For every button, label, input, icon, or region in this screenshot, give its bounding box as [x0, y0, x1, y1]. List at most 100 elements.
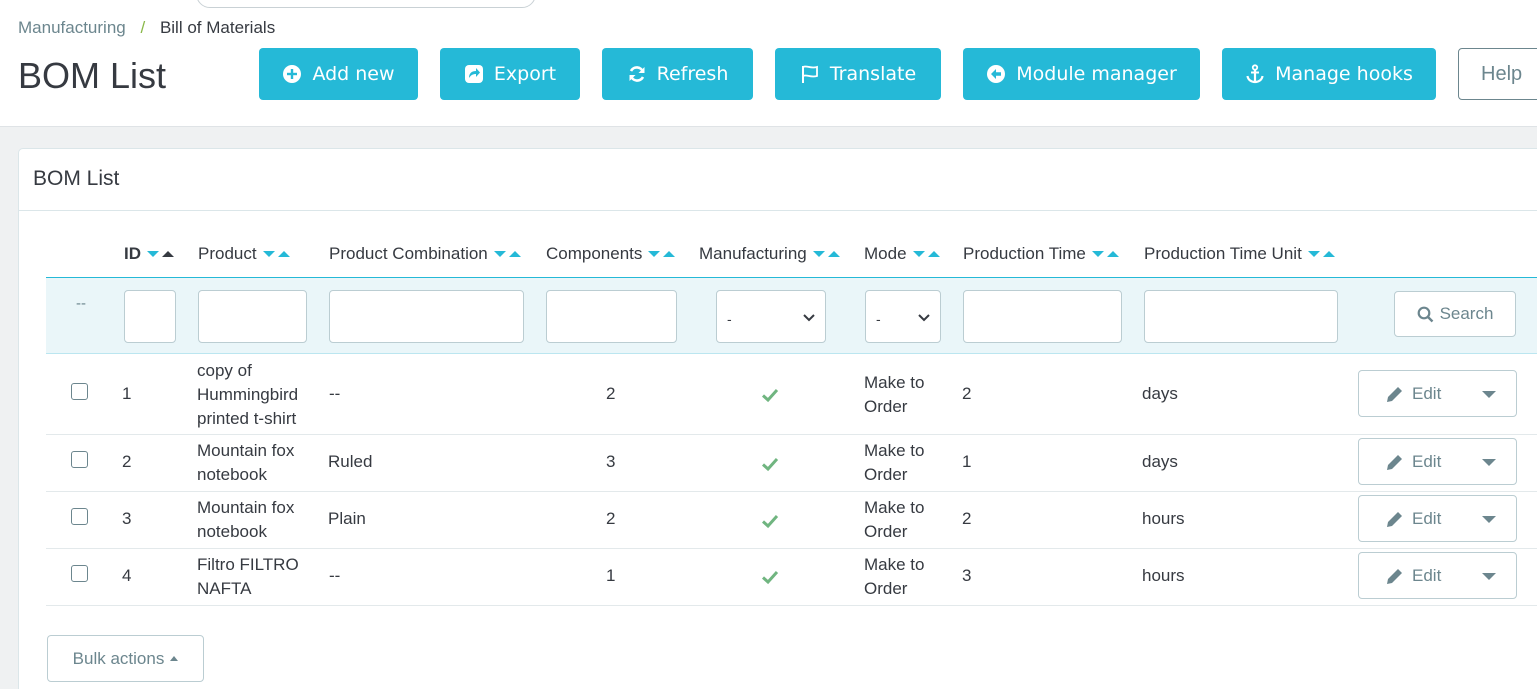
filter-mode-select-value: - [876, 311, 881, 327]
search-button-label: Search [1439, 304, 1494, 323]
cell-production-time-unit: hours [1142, 566, 1185, 585]
sort-arrows[interactable] [1091, 251, 1119, 257]
pencil-icon [1387, 569, 1402, 584]
cell-product: Mountain fox notebook [197, 498, 295, 541]
cell-product: Mountain fox notebook [197, 441, 295, 484]
column-header-production-time-label: Production Time [963, 244, 1086, 263]
cell-components: 2 [606, 509, 616, 528]
check-icon [761, 570, 779, 585]
translate-button[interactable]: Translate [775, 48, 941, 100]
filter-manufacturing-select[interactable]: - [716, 290, 826, 343]
edit-button[interactable]: Edit [1358, 370, 1517, 417]
cell-product: copy of Hummingbird printed t-shirt [197, 361, 299, 428]
chevron-down-icon [803, 314, 815, 322]
refresh-label: Refresh [656, 63, 729, 85]
filter-product-combination-input[interactable] [329, 290, 524, 343]
check-icon [761, 514, 779, 529]
sort-arrows[interactable] [262, 251, 290, 257]
row-checkbox[interactable] [71, 565, 88, 582]
add-new-label: Add new [312, 63, 395, 85]
header-search-input[interactable] [196, 0, 536, 8]
sort-asc-icon[interactable] [827, 251, 840, 257]
row-checkbox[interactable] [71, 508, 88, 525]
sort-desc-icon[interactable] [912, 251, 925, 257]
cell-product-combination: Plain [328, 509, 366, 528]
column-header-production-time[interactable]: Production Time [963, 244, 1119, 264]
search-button[interactable]: Search [1394, 291, 1516, 337]
sort-desc-icon[interactable] [262, 251, 275, 257]
sort-asc-icon[interactable] [277, 251, 290, 257]
row-checkbox[interactable] [71, 383, 88, 400]
sort-arrows[interactable] [648, 251, 676, 257]
column-header-production-time-unit[interactable]: Production Time Unit [1144, 244, 1335, 264]
caret-down-icon[interactable] [1482, 391, 1496, 398]
bulk-actions-button[interactable]: Bulk actions [47, 635, 204, 682]
flag-icon [801, 65, 818, 83]
filter-mode-select[interactable]: - [865, 290, 941, 343]
caret-down-icon[interactable] [1482, 573, 1496, 580]
bulk-actions-label: Bulk actions [72, 648, 165, 668]
filter-id-input[interactable] [124, 290, 176, 343]
column-header-product-combination[interactable]: Product Combination [329, 244, 521, 264]
column-header-manufacturing[interactable]: Manufacturing [699, 244, 840, 264]
edit-button[interactable]: Edit [1358, 552, 1517, 599]
sort-asc-icon[interactable] [1106, 251, 1119, 257]
cell-product-combination: -- [329, 566, 341, 585]
column-header-components[interactable]: Components [546, 244, 676, 264]
row-checkbox[interactable] [71, 451, 88, 468]
refresh-icon [629, 66, 645, 82]
sort-asc-icon[interactable] [1322, 251, 1335, 257]
column-header-manufacturing-label: Manufacturing [699, 244, 807, 263]
export-label: Export [493, 63, 557, 85]
page-title: BOM List [18, 55, 167, 96]
filter-components-input[interactable] [546, 290, 677, 343]
sort-asc-icon[interactable] [927, 251, 940, 257]
sort-arrows[interactable] [493, 251, 521, 257]
sort-desc-icon[interactable] [1307, 251, 1320, 257]
column-header-product[interactable]: Product [198, 244, 290, 264]
module-manager-button[interactable]: Module manager [963, 48, 1200, 100]
column-header-id-label: ID [124, 244, 141, 263]
caret-down-icon[interactable] [1482, 459, 1496, 466]
sort-desc-icon[interactable] [1091, 251, 1104, 257]
sort-asc-icon[interactable] [162, 251, 174, 257]
column-header-mode[interactable]: Mode [864, 244, 940, 264]
sort-asc-icon[interactable] [663, 251, 676, 257]
sort-desc-icon[interactable] [147, 251, 159, 257]
caret-down-icon[interactable] [1482, 516, 1496, 523]
export-button[interactable]: Export [440, 48, 580, 100]
sort-desc-icon[interactable] [648, 251, 661, 257]
cell-id: 3 [122, 509, 132, 528]
cell-components: 3 [606, 452, 616, 471]
cell-id: 2 [122, 452, 132, 471]
chevron-down-icon [918, 314, 930, 322]
edit-button[interactable]: Edit [1358, 438, 1517, 485]
manage-hooks-button[interactable]: Manage hooks [1222, 48, 1436, 100]
sort-asc-icon[interactable] [508, 251, 521, 257]
module-manager-label: Module manager [1016, 63, 1177, 85]
cell-production-time-unit: days [1142, 384, 1178, 403]
breadcrumb-link-manufacturing[interactable]: Manufacturing [18, 18, 126, 37]
sort-desc-icon[interactable] [812, 251, 825, 257]
cell-mode: Make to Order [864, 555, 925, 598]
help-button[interactable]: Help [1458, 48, 1537, 100]
sort-arrows[interactable] [912, 251, 940, 257]
sort-arrows[interactable] [147, 251, 174, 257]
cell-product-combination: Ruled [328, 452, 373, 471]
sort-arrows[interactable] [1307, 251, 1335, 257]
filter-product-input[interactable] [198, 290, 307, 343]
column-header-components-label: Components [546, 244, 643, 263]
sort-arrows[interactable] [812, 251, 840, 257]
column-header-id[interactable]: ID [124, 244, 174, 264]
add-new-button[interactable]: Add new [259, 48, 418, 100]
filter-production-time-unit-input[interactable] [1144, 290, 1338, 343]
filter-production-time-input[interactable] [963, 290, 1122, 343]
cell-components: 2 [606, 384, 616, 403]
bom-list-panel: BOM List ID Product Product Combination … [18, 148, 1537, 689]
refresh-button[interactable]: Refresh [602, 48, 753, 100]
check-icon [761, 457, 779, 472]
plus-circle-icon [283, 65, 302, 83]
sort-desc-icon[interactable] [493, 251, 506, 257]
cell-production-time: 1 [962, 452, 972, 471]
edit-button[interactable]: Edit [1358, 495, 1517, 542]
